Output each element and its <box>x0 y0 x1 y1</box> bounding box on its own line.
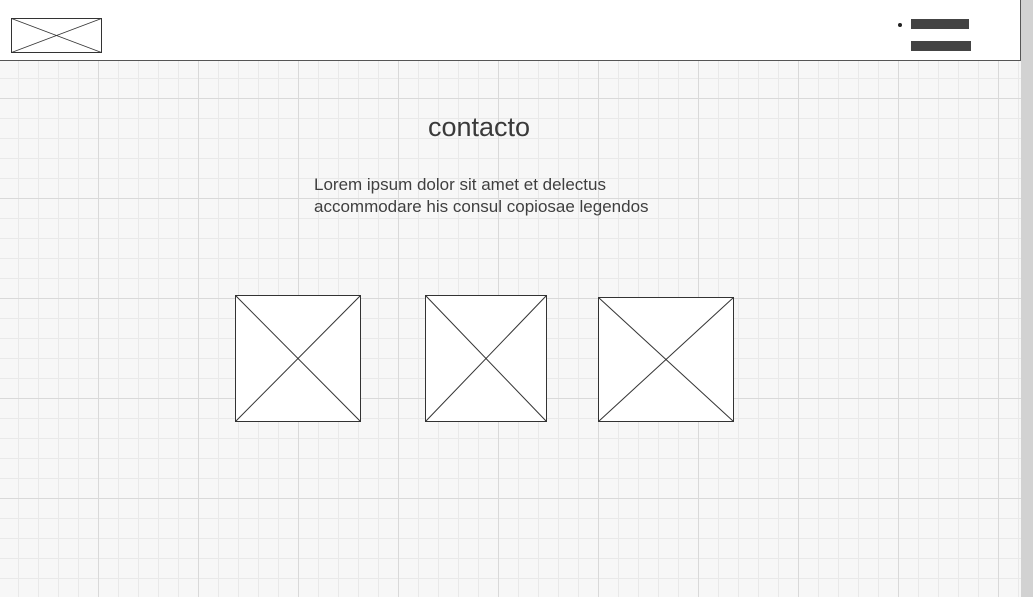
image-placeholder-icon <box>235 295 361 422</box>
description-line-1: Lorem ipsum dolor sit amet et delectus <box>314 175 606 194</box>
description-text: Lorem ipsum dolor sit amet et delectus a… <box>314 174 714 218</box>
logo-placeholder-icon[interactable] <box>11 18 102 53</box>
header-bar <box>0 0 1021 61</box>
description-line-2: accommodare his consul copiosae legendos <box>314 197 649 216</box>
page-title: contacto <box>427 112 531 142</box>
menu-bar-top <box>911 19 969 29</box>
vertical-scrollbar[interactable] <box>1021 0 1033 597</box>
image-placeholder-icon <box>425 295 547 422</box>
menu-bar-bottom <box>911 41 971 51</box>
menu-bullet-icon <box>898 23 902 27</box>
image-placeholder-icon <box>598 297 734 422</box>
hamburger-menu-icon[interactable] <box>896 18 974 54</box>
